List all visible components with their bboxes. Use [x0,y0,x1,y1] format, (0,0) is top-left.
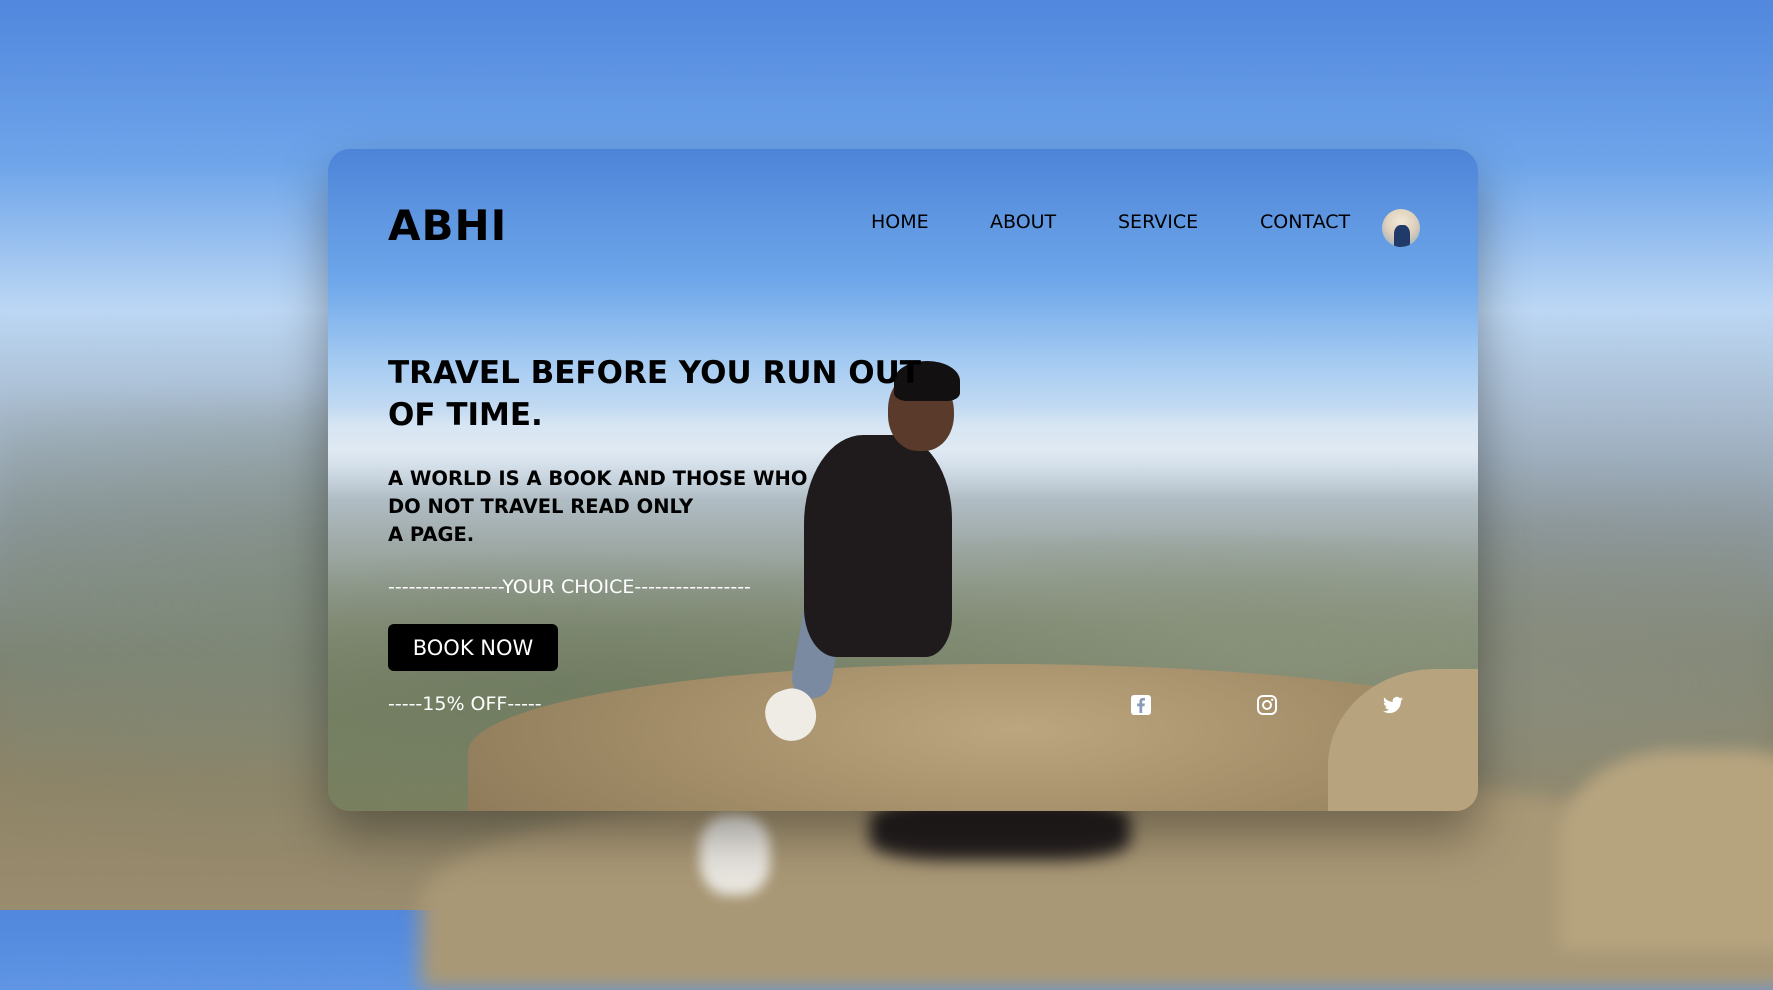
avatar-figure [1394,225,1410,247]
quote-line-2: DO NOT TRAVEL READ ONLY [388,495,694,518]
your-choice-divider: -----------------YOUR CHOICE------------… [388,576,751,598]
instagram-icon[interactable] [1255,693,1279,717]
hero-card: ABHI HOME ABOUT SERVICE CONTACT TRAVEL B… [328,149,1478,811]
user-avatar[interactable] [1382,209,1420,247]
offer-label: -----15% OFF----- [388,693,542,715]
nav-contact-link[interactable]: CONTACT [1260,211,1350,233]
brand-logo[interactable]: ABHI [388,201,507,250]
nav-home-link[interactable]: HOME [871,211,929,233]
background-rock-right [1560,750,1773,950]
quote-line-1: A WORLD IS A BOOK AND THOSE WHO [388,467,808,490]
book-now-button[interactable]: BOOK NOW [388,624,558,671]
background-shoe-blur [700,815,770,895]
nav-service-link[interactable]: SERVICE [1118,211,1198,233]
nav-about-link[interactable]: ABOUT [990,211,1056,233]
hero-headline: TRAVEL BEFORE YOU RUN OUT OF TIME. [388,355,921,433]
facebook-icon[interactable] [1129,693,1153,717]
quote-line-3: A PAGE. [388,523,475,546]
twitter-icon[interactable] [1381,693,1405,717]
hero-quote: A WORLD IS A BOOK AND THOSE WHO DO NOT T… [388,465,838,549]
